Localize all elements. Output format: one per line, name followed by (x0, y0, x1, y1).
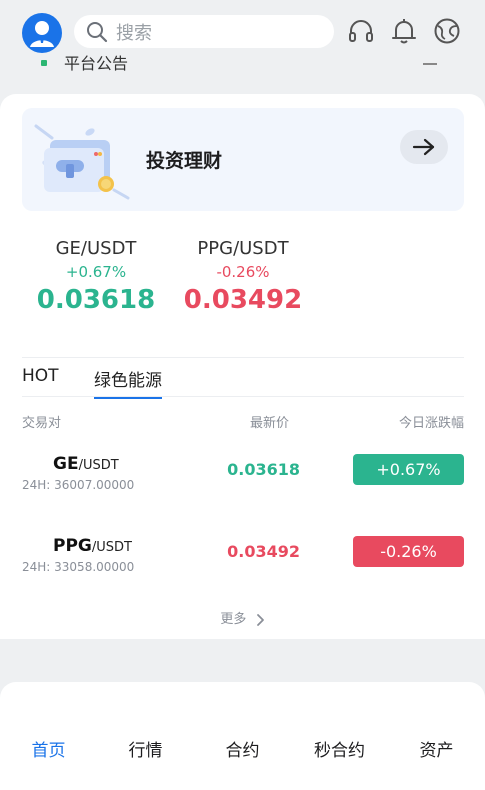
change-badge: +0.67% (353, 454, 464, 485)
bottom-navigation: 首页 行情 合约 秒合约 资产 (0, 682, 485, 790)
column-header-pair: 交易对 (22, 416, 62, 431)
table-row[interactable]: GE/USDT 24H: 36007.00000 0.03618 +0.67% (0, 454, 485, 514)
ticker-change: -0.26% (216, 263, 270, 281)
announcement-icon (41, 60, 47, 66)
nav-contract[interactable]: 合约 (194, 736, 291, 761)
arrow-right-icon (412, 138, 435, 156)
globe-icon[interactable] (433, 17, 461, 45)
main-card: 投资理财 GE/USDT +0.67% 0.03618 PPG/USDT -0.… (0, 94, 485, 639)
more-label: 更多 (220, 612, 247, 627)
ticker-ge[interactable]: GE/USDT +0.67% 0.03618 (26, 238, 166, 315)
tab-hot[interactable]: HOT (22, 366, 59, 386)
ticker-pair: PPG/USDT (197, 238, 289, 259)
invest-banner[interactable]: 投资理财 (22, 108, 464, 211)
wallet-card-icon (34, 124, 130, 200)
divider (22, 357, 464, 358)
more-link[interactable]: 更多 (0, 608, 485, 627)
last-price: 0.03618 (227, 460, 300, 479)
column-header-change: 今日涨跌幅 (398, 416, 464, 431)
nav-home[interactable]: 首页 (0, 736, 97, 761)
search-input[interactable]: 搜索 (74, 15, 334, 48)
ticker-ppg[interactable]: PPG/USDT -0.26% 0.03492 (173, 238, 313, 315)
ticker-pair: GE/USDT (55, 238, 137, 259)
divider (22, 396, 464, 397)
announcement-text: 平台公告 (64, 54, 129, 73)
more-dash-icon (423, 63, 437, 65)
volume-24h: 24H: 36007.00000 (22, 478, 135, 492)
ticker-price: 0.03618 (36, 285, 156, 315)
volume-24h: 24H: 33058.00000 (22, 560, 135, 574)
pair-name: PPG/USDT (53, 536, 132, 556)
chevron-right-icon (256, 613, 264, 626)
nav-assets[interactable]: 资产 (388, 736, 485, 761)
headset-icon[interactable] (347, 17, 375, 45)
banner-title: 投资理财 (146, 150, 223, 172)
user-icon (30, 21, 54, 47)
column-header-last: 最新价 (250, 416, 290, 431)
ticker-change: +0.67% (65, 263, 127, 281)
last-price: 0.03492 (227, 542, 300, 561)
banner-arrow-button[interactable] (400, 130, 448, 164)
bell-icon[interactable] (390, 17, 418, 45)
pair-name: GE/USDT (53, 454, 119, 474)
user-avatar[interactable] (22, 13, 62, 53)
nav-second-contract[interactable]: 秒合约 (291, 736, 388, 761)
change-badge: -0.26% (353, 536, 464, 567)
tab-green-energy[interactable]: 绿色能源 (94, 366, 162, 399)
table-row[interactable]: PPG/USDT 24H: 33058.00000 0.03492 -0.26% (0, 536, 485, 596)
search-placeholder: 搜索 (116, 22, 152, 44)
search-icon (87, 21, 108, 42)
ticker-price: 0.03492 (183, 285, 303, 315)
announcement-bar[interactable]: 平台公告 (0, 48, 485, 78)
nav-market[interactable]: 行情 (97, 736, 194, 761)
